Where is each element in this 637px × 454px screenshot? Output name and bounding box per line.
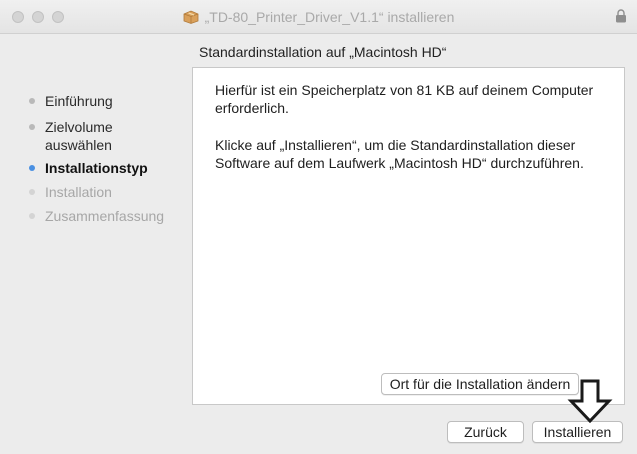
sidebar-item-label: Installation [45, 184, 112, 200]
change-install-location-button[interactable]: Ort für die Installation ändern [381, 373, 579, 395]
content-panel: Hierfür ist ein Speicherplatz von 81 KB … [192, 67, 625, 405]
step-sidebar: Einführung Zielvolume auswählen Installa… [0, 34, 192, 454]
step-dot-icon [29, 213, 35, 219]
window-title-container: „TD-80_Printer_Driver_V1.1“ installieren [0, 0, 637, 33]
sidebar-item-label: Einführung [45, 93, 113, 109]
package-icon [183, 10, 199, 24]
step-dot-icon [29, 165, 35, 171]
installer-window: „TD-80_Printer_Driver_V1.1“ installieren… [0, 0, 637, 454]
content-heading: Standardinstallation auf „Macintosh HD“ [199, 44, 447, 60]
sidebar-item-installationstyp: Installationstyp [0, 159, 192, 177]
step-dot-icon [29, 124, 35, 130]
sidebar-item-label: Zusammenfassung [45, 208, 165, 224]
sidebar-item-label: Zielvolume auswählen [45, 119, 113, 153]
install-button[interactable]: Installieren [532, 421, 623, 443]
lock-icon [615, 9, 627, 23]
sidebar-item-einfuehrung: Einführung [0, 92, 192, 110]
title-bar: „TD-80_Printer_Driver_V1.1“ installieren [0, 0, 637, 34]
back-button[interactable]: Zurück [447, 421, 524, 443]
sidebar-item-zielvolume: Zielvolume auswählen [0, 118, 192, 154]
install-instruction-text: Klicke auf „Installieren“, um die Standa… [215, 137, 584, 171]
sidebar-item-installation: Installation [0, 183, 192, 201]
window-title: „TD-80_Printer_Driver_V1.1“ installieren [204, 8, 455, 25]
sidebar-item-zusammenfassung: Zusammenfassung [0, 207, 192, 225]
disk-space-text: Hierfür ist ein Speicherplatz von 81 KB … [215, 82, 594, 116]
sidebar-item-label: Installationstyp [45, 160, 148, 176]
step-dot-icon [29, 98, 35, 104]
step-dot-icon [29, 189, 35, 195]
